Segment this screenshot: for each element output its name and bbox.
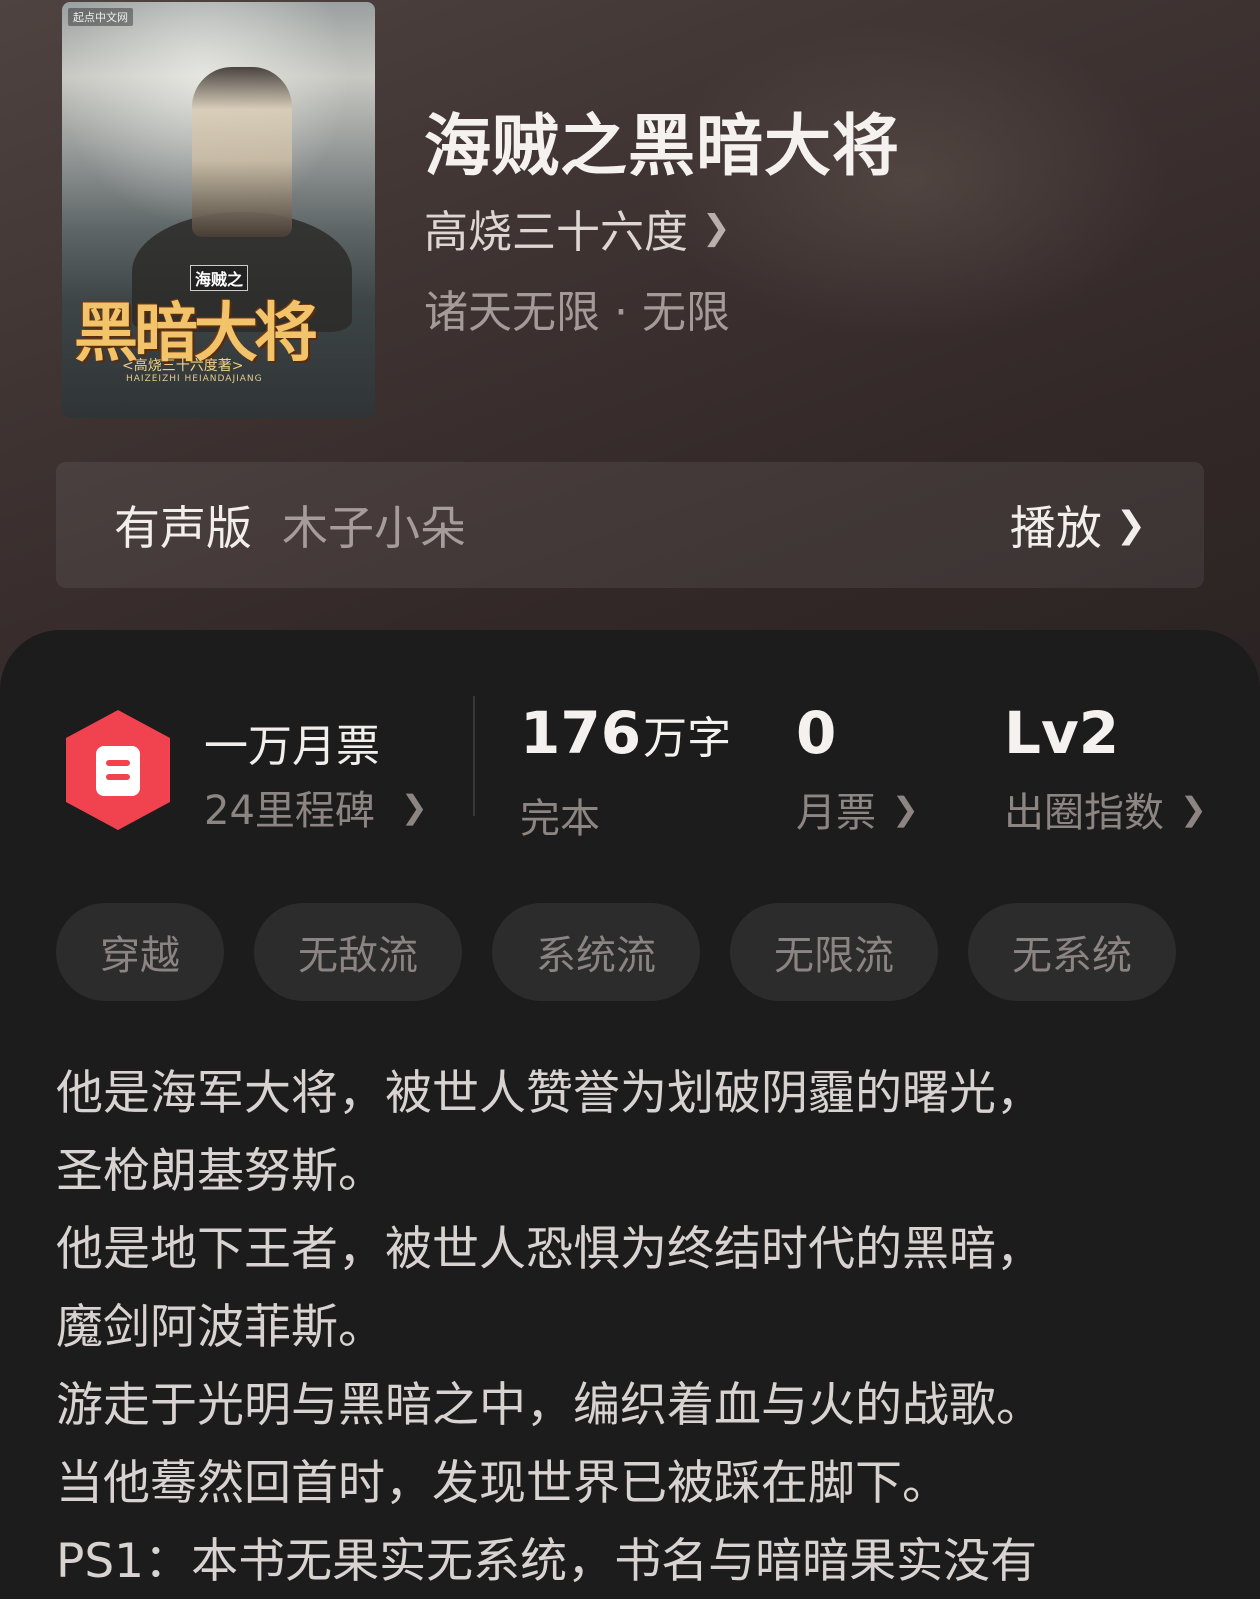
tag-chip[interactable]: 穿越 bbox=[56, 903, 224, 1001]
monthly-tickets-value: 0 bbox=[796, 699, 837, 767]
description-line: PS1：本书无果实无系统，书名与暗暗果实没有 bbox=[56, 1534, 1038, 1589]
stats-divider bbox=[473, 696, 475, 816]
description-line: 魔剑阿波菲斯。 bbox=[56, 1300, 385, 1355]
play-button[interactable]: 播放 ❯ bbox=[1010, 492, 1146, 558]
cover-figure bbox=[192, 67, 292, 237]
word-count-unit: 万字 bbox=[643, 713, 732, 764]
book-description[interactable]: 他是海军大将，被世人赞誉为划破阴霾的曙光， 圣枪朗基努斯。 他是地下王者，被世人… bbox=[56, 1055, 1226, 1599]
word-count-stat: 176万字 完本 bbox=[520, 700, 731, 844]
description-line: 游走于光明与黑暗之中，编织着血与火的战歌。 bbox=[56, 1378, 1043, 1433]
chevron-right-icon: ❯ bbox=[1115, 504, 1146, 546]
monthly-tickets-label: 月票 bbox=[796, 790, 876, 836]
author-link[interactable]: 高烧三十六度 ❯ bbox=[424, 196, 731, 260]
monthly-tickets-stat[interactable]: 0 月票 ❯ bbox=[796, 700, 919, 838]
cover-pinyin: HAIZEIZHI HEIANDAJIANG bbox=[126, 374, 263, 384]
chevron-right-icon: ❯ bbox=[400, 788, 428, 826]
description-line: 他是地下王者，被世人恐惧为终结时代的黑暗， bbox=[56, 1222, 1043, 1277]
tag-chip[interactable]: 无系统 bbox=[968, 903, 1176, 1001]
cover-publisher-badge: 起点中文网 bbox=[68, 8, 133, 26]
milestone-label: 24里程碑 bbox=[204, 788, 375, 834]
chevron-right-icon: ❯ bbox=[702, 208, 731, 248]
popularity-index-stat[interactable]: Lv2 出圈指数 ❯ bbox=[1004, 700, 1207, 838]
description-line: 圣枪朗基努斯。 bbox=[56, 1144, 385, 1199]
book-cover[interactable]: 起点中文网 海贼之 黑暗大将 <高烧三十六度著> HAIZEIZHI HEIAN… bbox=[62, 2, 375, 418]
description-line: 他是海军大将，被世人赞誉为划破阴霾的曙光， bbox=[56, 1066, 1043, 1121]
ticket-hexagon-icon[interactable] bbox=[62, 708, 174, 832]
monthly-ticket-title[interactable]: 一万月票 bbox=[204, 710, 380, 774]
book-category: 诸天无限 · 无限 bbox=[424, 287, 730, 338]
popularity-index-value: Lv2 bbox=[1004, 699, 1120, 767]
chevron-right-icon: ❯ bbox=[1180, 790, 1207, 828]
tag-chip[interactable]: 无敌流 bbox=[254, 903, 462, 1001]
author-name: 高烧三十六度 bbox=[424, 207, 688, 258]
description-line: 当他蓦然回首时，发现世界已被踩在脚下。 bbox=[56, 1456, 949, 1511]
book-title: 海贼之黑暗大将 bbox=[424, 106, 900, 185]
chevron-right-icon: ❯ bbox=[892, 790, 919, 828]
audio-label: 有声版 bbox=[114, 501, 252, 555]
tag-chip[interactable]: 无限流 bbox=[730, 903, 938, 1001]
audio-narrator: 木子小朵 bbox=[282, 501, 466, 555]
cover-author-line: <高烧三十六度著> bbox=[122, 358, 244, 374]
milestone-link[interactable]: 24里程碑 ❯ bbox=[204, 778, 428, 836]
completion-status: 完本 bbox=[520, 796, 600, 842]
tag-list: 穿越 无敌流 系统流 无限流 无系统 bbox=[56, 903, 1176, 1001]
audio-version-bar[interactable]: 有声版 木子小朵 播放 ❯ bbox=[56, 462, 1204, 588]
tag-chip[interactable]: 系统流 bbox=[492, 903, 700, 1001]
play-label: 播放 bbox=[1009, 501, 1102, 555]
word-count-value: 176 bbox=[520, 699, 642, 767]
popularity-index-label: 出圈指数 bbox=[1004, 790, 1164, 836]
